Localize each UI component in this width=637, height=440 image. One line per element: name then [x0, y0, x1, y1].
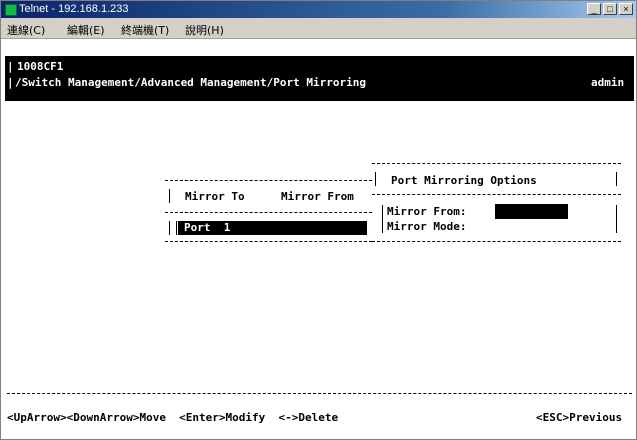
options-box-edge	[616, 172, 617, 186]
left-box-mid-border	[165, 212, 372, 213]
options-box-edge	[616, 205, 617, 233]
window-title: Telnet - 192.168.1.233	[19, 3, 129, 15]
port-selection[interactable]: Port 1	[178, 221, 367, 235]
mirror-from-input[interactable]	[495, 204, 568, 219]
menu-bar: 連線(C) 編輯(E) 終端機(T) 說明(H)	[1, 18, 636, 39]
maximize-button[interactable]: □	[603, 3, 617, 15]
telnet-window: Telnet - 192.168.1.233 _ □ × 連線(C) 編輯(E)…	[0, 0, 637, 440]
left-box-bottom-border	[165, 241, 372, 242]
menu-help[interactable]: 說明(H)	[185, 22, 224, 38]
options-box-edge	[382, 205, 383, 233]
mirror-to-header: Mirror To	[185, 190, 245, 203]
mirror-mode-label: Mirror Mode:	[387, 220, 467, 233]
menu-edit[interactable]: 編輯(E)	[67, 22, 105, 38]
minimize-button[interactable]: _	[587, 3, 601, 15]
options-box-top-border	[372, 163, 621, 164]
options-box-edge	[375, 172, 376, 186]
footer-keys: <UpArrow><DownArrow>Move <Enter>Modify <…	[7, 411, 339, 424]
telnet-app-icon	[5, 4, 17, 16]
left-box-edge	[176, 221, 177, 235]
mirror-from-header: Mirror From	[281, 190, 354, 203]
options-box-mid-border	[372, 194, 621, 195]
user-name: admin	[591, 76, 625, 89]
menu-connect[interactable]: 連線(C)	[7, 22, 45, 38]
port-value: Port 1	[184, 221, 231, 234]
terminal-screen[interactable]: | 1008CF1 | /Switch Management/Advanced …	[5, 39, 634, 439]
left-box-top-border	[165, 180, 372, 181]
mirror-from-label: Mirror From:	[387, 205, 467, 218]
footer-border	[7, 393, 632, 394]
menu-terminal[interactable]: 終端機(T)	[121, 22, 169, 38]
window-controls: _ □ ×	[587, 3, 633, 15]
close-button[interactable]: ×	[619, 3, 633, 15]
footer-escape: <ESC>Previous	[536, 411, 623, 424]
title-bar[interactable]: Telnet - 192.168.1.233 _ □ ×	[1, 1, 636, 18]
options-title: Port Mirroring Options	[391, 174, 537, 187]
terminal-header: | 1008CF1 | /Switch Management/Advanced …	[5, 56, 634, 101]
menu-path: /Switch Management/Advanced Management/P…	[15, 76, 366, 89]
options-box-bottom-border	[372, 241, 621, 242]
left-box-edge	[169, 221, 170, 235]
left-box-edge	[169, 189, 170, 203]
device-name: 1008CF1	[17, 60, 64, 73]
